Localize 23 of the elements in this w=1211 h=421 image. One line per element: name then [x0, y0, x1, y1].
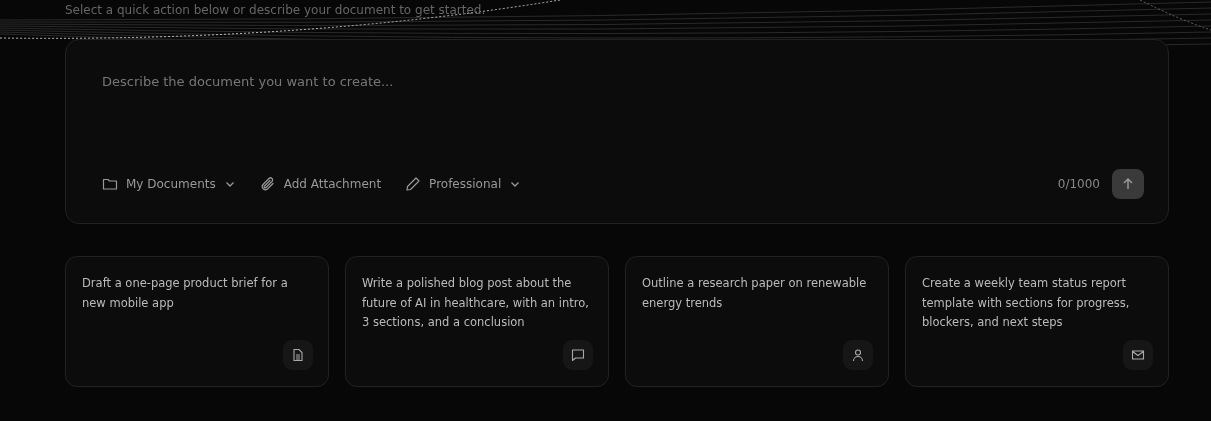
suggestion-text: Create a weekly team status report template with sections for progress, blockers, and next steps	[922, 275, 1131, 331]
toolbar-button[interactable]: Professional	[405, 176, 522, 192]
prompt-field[interactable]: Describe the document you want to create...	[102, 70, 802, 93]
mail-icon	[1131, 348, 1145, 362]
send-button[interactable]	[1112, 169, 1144, 199]
suggestion-card[interactable]: Outline a research paper on renewable energy trends	[625, 256, 889, 387]
document-icon	[291, 348, 305, 362]
toolbar-button[interactable]: My Documents	[102, 176, 236, 192]
subtitle: Select a quick action below or describe your document to get started.	[65, 2, 487, 19]
toolbar-button[interactable]: Add Attachment	[259, 176, 382, 192]
suggestion-text: Write a polished blog post about the future of AI in healthcare, with an intro, 3 sections, and a conclusion	[362, 275, 590, 331]
suggestion-card[interactable]: Draft a one-page product brief for a new mobile app	[65, 256, 329, 387]
paperclip-icon	[259, 176, 276, 192]
suggestion-card[interactable]: Create a weekly team status report template with sections for progress, blockers, and next steps	[905, 256, 1169, 387]
pencil-icon	[405, 176, 422, 192]
suggestion-text: Outline a research paper on renewable energy trends	[642, 275, 868, 312]
chat-icon	[571, 348, 585, 362]
character-counter: 0/1000	[1057, 177, 1100, 191]
arrow-up-icon	[1121, 177, 1135, 191]
suggestion-card[interactable]: Write a polished blog post about the future of AI in healthcare, with an intro, 3 sections, and a conclusion	[345, 256, 609, 387]
folder-icon	[102, 176, 118, 192]
suggestion-text: Draft a one-page product brief for a new mobile app	[82, 275, 289, 312]
person-icon	[851, 348, 865, 362]
